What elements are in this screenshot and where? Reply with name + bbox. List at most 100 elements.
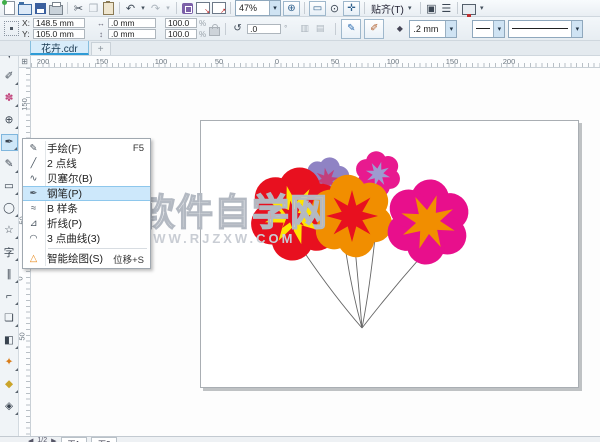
smudge-brush-tool[interactable]: ✽ [1,90,18,107]
page-tab-1[interactable]: 页1 [61,437,87,442]
options-icon[interactable]: ☰ [440,1,453,16]
welcome-screen-icon[interactable]: ▣ [425,1,438,16]
menu-item-polyline[interactable]: ⊿ 折线(P) [23,216,150,231]
snap-to-dropdown[interactable]: 贴齐(T) ▾ [369,1,416,16]
undo-icon[interactable]: ↶ [124,1,137,16]
zoom-tool-button[interactable]: ⊕ [283,1,300,16]
horizontal-ruler[interactable]: 200 150 100 50 0 50 100 150 200 [31,56,600,68]
rotate-icon: ↺ [231,21,244,36]
fill-tool[interactable]: ◆ [1,376,18,393]
magenta-flower[interactable] [385,176,471,268]
outline-width-value: .2 mm [413,24,445,34]
freehand-tool[interactable]: ✒ [1,134,18,151]
show-hide-icon[interactable]: ⊙ [328,1,341,16]
ruler-toggle-button[interactable]: ▭ [309,1,326,16]
polygon-tool[interactable]: ☆ [1,222,18,239]
export-icon[interactable]: ↗ [212,1,226,16]
pen-edit-button[interactable]: ✐ [364,19,384,39]
document-tab[interactable]: 花卉.cdr [30,40,89,55]
next-page-icon[interactable]: ▶ [51,437,56,442]
new-tab-button[interactable]: + [91,42,111,55]
object-height-icon: ↕ [96,30,106,39]
rectangle-tool[interactable]: ▭ [1,178,18,195]
eyedropper-tool[interactable]: ✦ [1,354,18,371]
connector-tool[interactable]: ⌐ [1,288,18,305]
new-document-icon[interactable] [3,1,16,16]
lock-ratio-icon[interactable] [209,27,220,36]
rotation-angle-field[interactable]: .0 [247,24,281,34]
mirror-vertical-icon[interactable]: ▤ [314,21,327,36]
save-icon[interactable] [34,1,47,16]
drop-shadow-tool[interactable]: ❏ [1,310,18,327]
two-point-line-icon: ╱ [23,158,44,169]
zoom-tool[interactable]: ⊕ [1,112,18,129]
menu-item-bezier[interactable]: ∿ 贝塞尔(B) [23,171,150,186]
undo-dropdown-icon[interactable]: ▾ [139,4,147,12]
menu-item-3-point-curve[interactable]: ◠ 3 点曲线(3) [23,231,150,246]
line-style-select[interactable]: ▾ [508,20,583,38]
polyline-icon: ⊿ [23,218,44,229]
scale-h-field[interactable]: 100.0 [165,18,197,28]
freehand-icon: ✎ [23,143,44,154]
outline-width-select[interactable]: .2 mm ▾ [409,20,457,38]
shape-tool[interactable]: ✐ [1,68,18,85]
mirror-horizontal-icon[interactable]: ▥ [298,21,311,36]
snap-toggle-button[interactable]: ✛ [343,1,360,16]
parallel-dimension-tool[interactable]: ∥ [1,266,18,283]
menu-item-pen[interactable]: ✒ 钢笔(P) [23,186,150,201]
corel-connect-icon[interactable] [181,1,194,16]
menu-item-2-point-line[interactable]: ╱ 2 点线 [23,156,150,171]
text-tool[interactable]: 字 [1,244,18,261]
redo-icon[interactable]: ↷ [149,1,162,16]
menu-item-freehand[interactable]: ✎ 手绘(F) F5 [23,141,150,156]
chevron-down-icon[interactable]: ▾ [571,21,582,37]
paste-icon[interactable] [102,1,115,16]
menu-item-smart-drawing[interactable]: △ 智能绘图(S) 位移+S [23,251,150,266]
x-position-field[interactable]: 148.5 mm [33,18,85,28]
menu-separator [48,248,147,249]
copy-icon[interactable]: ❐ [87,1,100,16]
ruler-label: 200 [503,57,516,66]
prev-page-icon[interactable]: ◀ [28,437,33,442]
ruler-label: 150 [96,57,109,66]
object-width-field[interactable]: .0 mm [108,18,156,28]
menu-item-label: 智能绘图(S) [44,251,113,266]
open-icon[interactable] [18,1,32,16]
ellipse-tool[interactable]: ◯ [1,200,18,217]
ruler-label: 100 [155,57,168,66]
watermark-title: 软件自学网 [138,194,328,231]
scale-v-field[interactable]: 100.0 [165,29,197,39]
percent-label: % [199,30,206,39]
zoom-level-select[interactable]: 47% ▾ [235,0,281,16]
page-tab-2[interactable]: 页2 [91,437,117,442]
print-icon[interactable] [49,1,63,16]
menu-item-b-spline[interactable]: ≈ B 样条 [23,201,150,216]
chevron-down-icon[interactable]: ▾ [445,21,456,37]
menu-item-shortcut: F5 [133,143,150,154]
snap-to-label: 贴齐(T) [371,1,404,16]
application-launcher-icon[interactable] [462,1,476,16]
ruler-label: 150 [446,57,459,66]
import-icon[interactable]: ↘ [196,1,210,16]
line-start-preview [476,28,490,29]
chevron-down-icon: ▾ [406,4,414,12]
degree-label: ° [284,24,287,33]
artistic-media-tool[interactable]: ✎ [1,156,18,173]
chevron-down-icon[interactable]: ▾ [493,21,504,37]
ruler-origin-icon[interactable]: ⊞ [19,56,31,68]
object-height-field[interactable]: .0 mm [108,29,156,39]
y-position-field[interactable]: 105.0 mm [33,29,85,39]
chevron-down-icon[interactable]: ▾ [478,4,486,12]
outline-nib-icon: ◆ [393,21,406,36]
separator [364,2,365,14]
pen-preview-button[interactable]: ✎ [341,19,361,39]
menu-item-label: 折线(P) [44,216,144,231]
page-indicator: 1/2 [37,437,47,442]
smart-fill-tool[interactable]: ◧ [1,332,18,349]
menu-item-label: B 样条 [44,201,144,216]
line-start-select[interactable]: ▾ [472,20,505,38]
interactive-fill-tool[interactable]: ◈ [1,398,18,415]
chevron-down-icon[interactable]: ▾ [269,1,280,15]
cut-icon[interactable]: ✂ [72,1,85,16]
redo-dropdown-icon[interactable]: ▾ [164,4,172,12]
